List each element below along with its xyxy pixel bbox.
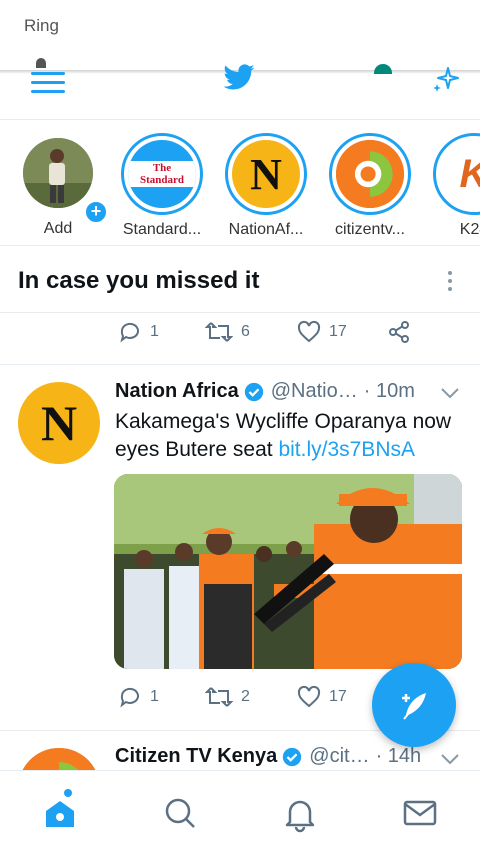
author-name[interactable]: Citizen TV Kenya (115, 745, 277, 768)
compose-tweet-button[interactable] (372, 663, 456, 747)
mail-icon (403, 800, 437, 826)
nav-home[interactable] (40, 789, 80, 833)
tweet-header: Citizen TV Kenya @cit… · 14h (115, 745, 421, 768)
verified-badge-icon (283, 747, 302, 766)
tweet-time: · 14h (375, 745, 422, 767)
tweet-avatar[interactable] (18, 748, 100, 770)
home-notification-dot (64, 789, 72, 797)
bottom-nav (0, 770, 480, 854)
chevron-down-icon[interactable] (440, 752, 460, 766)
home-icon (46, 801, 74, 827)
nav-notifications[interactable] (280, 793, 320, 833)
tweet[interactable]: Citizen TV Kenya @cit… · 14h (0, 0, 480, 770)
nav-search[interactable] (160, 793, 200, 833)
nav-messages[interactable] (400, 793, 440, 833)
author-handle: @cit… (309, 745, 370, 767)
search-icon (165, 798, 195, 828)
bell-icon (285, 800, 315, 833)
compose-feather-icon (402, 693, 426, 720)
